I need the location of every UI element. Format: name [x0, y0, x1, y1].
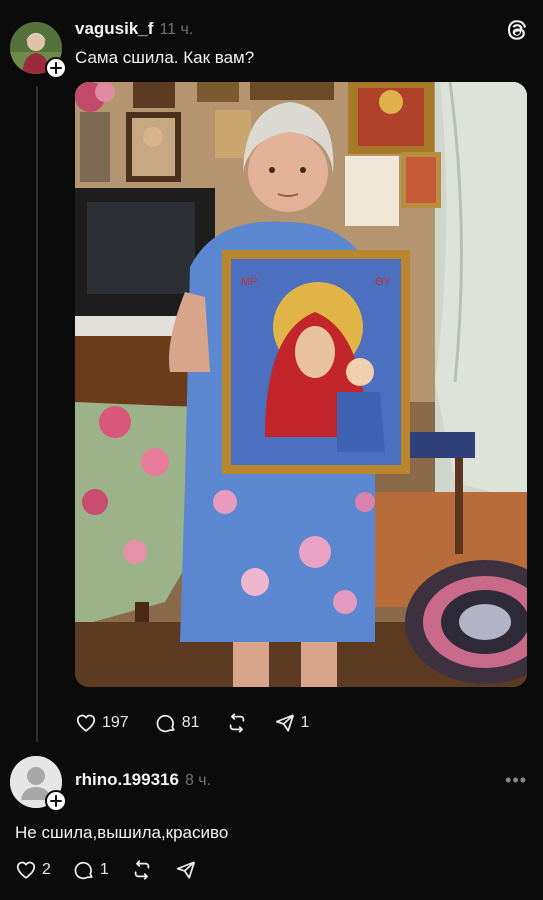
post-actions: 197 81 1	[75, 712, 309, 734]
share-button[interactable]: 1	[274, 712, 310, 734]
svg-text:ѲY: ѲY	[375, 276, 392, 288]
like-button[interactable]: 197	[75, 712, 129, 734]
follow-plus-icon[interactable]	[45, 57, 67, 79]
reply-comment-button[interactable]: 1	[73, 859, 109, 881]
reply-comment-count: 1	[99, 861, 109, 878]
post-caption: Сама сшила. Как вам?	[75, 48, 255, 67]
share-arrow-icon	[275, 714, 294, 732]
reply-repost-button[interactable]	[131, 859, 153, 881]
reply-share-button[interactable]	[175, 859, 197, 881]
reply-header: rhino.199316 8 ч.	[75, 770, 211, 790]
repost-icon	[229, 713, 244, 733]
share-arrow-icon	[176, 861, 195, 879]
like-count: 197	[102, 714, 129, 731]
reply-time: 8 ч.	[184, 772, 212, 789]
thread-post: vagusik_f 11 ч. Сама сшила. Как вам? МР …	[0, 0, 543, 745]
share-count: 1	[300, 714, 310, 731]
reply-username[interactable]: rhino.199316	[75, 770, 179, 790]
author-username[interactable]: vagusik_f	[75, 19, 153, 39]
svg-text:МР: МР	[241, 276, 258, 288]
reply-like-count: 2	[42, 861, 51, 878]
repost-button[interactable]	[226, 712, 248, 734]
comment-count: 81	[181, 714, 200, 731]
post-time: 11 ч.	[159, 21, 194, 38]
repost-icon	[134, 860, 150, 880]
heart-icon	[16, 861, 36, 879]
heart-icon	[76, 714, 96, 732]
post-photo[interactable]: МР ѲY	[75, 82, 527, 687]
post-header: vagusik_f 11 ч.	[75, 19, 193, 39]
comment-bubble-icon	[156, 714, 175, 733]
comment-button[interactable]: 81	[155, 712, 200, 734]
more-options-icon[interactable]: •••	[505, 770, 527, 791]
photo-illustration: МР ѲY	[75, 82, 527, 687]
thread-line	[36, 86, 38, 742]
reply-follow-plus-icon[interactable]	[45, 790, 67, 812]
comment-bubble-icon	[74, 861, 93, 880]
reply-like-button[interactable]: 2	[15, 859, 51, 881]
reply-text: Не сшила,вышила,красиво	[15, 823, 229, 842]
threads-logo-icon[interactable]	[505, 18, 529, 42]
reply-actions: 2 1	[15, 859, 197, 881]
